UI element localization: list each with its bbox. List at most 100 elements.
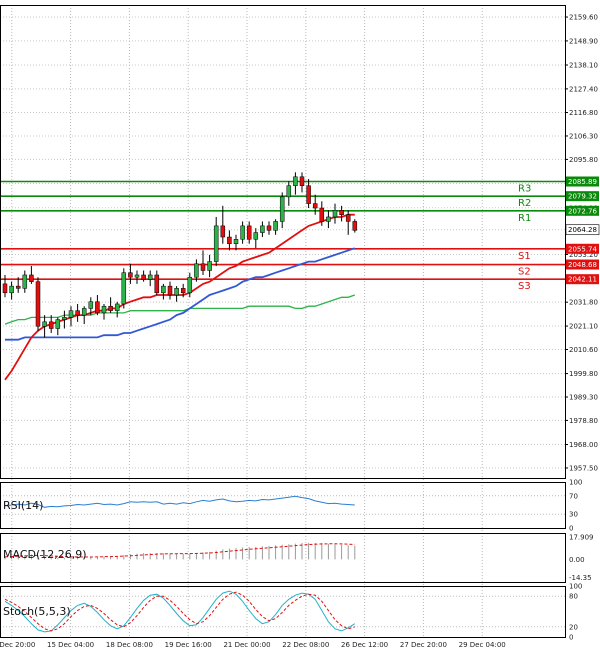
y-tick-label-16: 1989.30 (569, 394, 598, 402)
level-label-r3: R3 (518, 184, 531, 195)
chart-background (0, 0, 600, 657)
candle-body (207, 261, 212, 271)
candle-body (253, 232, 259, 240)
candle-body (75, 310, 80, 316)
candle-body (174, 288, 179, 296)
candle-body (161, 285, 166, 294)
candle-body (194, 263, 199, 278)
level-label-r2: R2 (518, 198, 531, 209)
y-tick-label-5: 2106.30 (569, 132, 598, 140)
candle-body (319, 207, 325, 222)
candle-body (339, 210, 344, 215)
candle-body (246, 225, 252, 240)
candle-body (68, 310, 74, 318)
level-label-r1: R1 (518, 213, 531, 224)
candle-body (293, 176, 298, 186)
candle-body (121, 272, 127, 305)
y-tick-label-3: 2127.40 (569, 85, 598, 93)
y-tick-label-15: 1999.80 (569, 370, 598, 378)
candle-body (332, 210, 338, 218)
x-tick-label-2: 18 Dec 08:00 (106, 641, 153, 649)
candle-body (220, 225, 226, 238)
candle-body (180, 288, 186, 294)
candle-body (299, 176, 305, 186)
candle (35, 277, 41, 331)
y-tick-label-14: 2010.60 (569, 346, 598, 354)
candle-body (141, 274, 146, 280)
x-tick-label-8: 29 Dec 04:00 (459, 641, 506, 649)
candle-body (2, 283, 8, 294)
stoch-tick-2: 20 (569, 623, 578, 631)
candle-body (326, 216, 331, 222)
candle-body (9, 285, 14, 294)
candle-body (233, 239, 239, 244)
candle-body (273, 221, 278, 231)
candle-body (167, 285, 173, 296)
stoch-tick-3: 0 (569, 634, 573, 642)
level-tag-s3: 2042.11 (568, 276, 597, 284)
candle (121, 268, 127, 309)
x-tick-label-6: 26 Dec 12:00 (341, 641, 388, 649)
y-tick-label-17: 1978.80 (569, 417, 598, 425)
candle-body (101, 305, 107, 314)
x-tick-label-3: 19 Dec 16:00 (165, 641, 212, 649)
candle-body (286, 185, 292, 198)
candle-body (279, 196, 285, 222)
candle-body (260, 225, 265, 233)
candle-body (134, 274, 140, 278)
level-tag-s1: 2055.74 (568, 245, 597, 253)
candle-body (154, 274, 160, 294)
candle-body (55, 319, 61, 329)
candle-body (187, 276, 193, 294)
level-tag-r3: 2085.89 (568, 178, 597, 186)
candle-body (48, 321, 54, 329)
rsi-tick-0: 100 (569, 479, 582, 487)
stoch-label: Stoch(5,5,3) (3, 605, 71, 618)
x-tick-label-0: 14 Dec 20:00 (0, 641, 35, 649)
candle-body (29, 274, 34, 282)
level-tag-s2: 2048.68 (568, 261, 597, 269)
macd-tick-1: 0.00 (569, 556, 585, 564)
rsi-tick-3: 0 (569, 525, 573, 533)
rsi-tick-2: 30 (569, 511, 578, 519)
rsi-label: RSI(14) (3, 499, 43, 512)
rsi-tick-1: 70 (569, 492, 578, 500)
candle-body (345, 214, 351, 222)
y-tick-label-18: 1968.00 (569, 441, 598, 449)
stoch-tick-1: 80 (569, 593, 578, 601)
y-tick-label-19: 1957.50 (569, 464, 598, 472)
level-tag-r1: 2072.76 (568, 207, 597, 215)
y-tick-label-2: 2138.10 (569, 62, 598, 70)
candle-body (306, 185, 311, 204)
macd-tick-2: -14.35 (569, 574, 592, 582)
candle-body (22, 274, 28, 289)
x-tick-label-1: 15 Dec 04:00 (47, 641, 94, 649)
current-price-tag: 2064.28 (568, 226, 597, 234)
y-tick-label-1: 2148.90 (569, 37, 598, 45)
candle-body (352, 221, 358, 231)
y-tick-label-4: 2116.80 (569, 109, 598, 117)
candle-body (95, 301, 100, 314)
candle-body (62, 317, 67, 320)
level-label-s1: S1 (518, 251, 531, 262)
macd-label: MACD(12,26,9) (3, 548, 87, 561)
y-tick-label-13: 2021.10 (569, 323, 598, 331)
level-label-s3: S3 (518, 281, 531, 292)
candle-body (147, 274, 153, 280)
y-tick-label-0: 2159.60 (569, 14, 598, 22)
candle-body (35, 281, 41, 327)
candle-body (15, 285, 21, 289)
candle-body (108, 305, 113, 311)
candle-body (114, 303, 120, 311)
candle-body (42, 321, 47, 327)
y-tick-label-12: 2031.80 (569, 299, 598, 307)
candle-body (227, 236, 232, 244)
level-label-s2: S2 (518, 267, 531, 278)
candle-body (128, 272, 133, 278)
candle-body (200, 263, 206, 271)
candle-body (213, 225, 219, 262)
stoch-tick-0: 100 (569, 583, 582, 591)
candle (352, 219, 358, 233)
x-tick-label-7: 27 Dec 20:00 (400, 641, 447, 649)
chart: R3 R2 R1 S1 S2 S3 2159.60 2148.90 2138.10 2127.4… (0, 0, 600, 657)
